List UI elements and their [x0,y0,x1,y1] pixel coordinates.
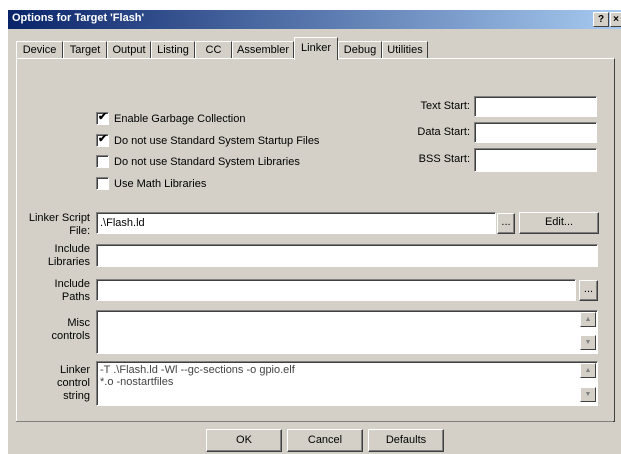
control-scroll-up-button[interactable]: ▲ [580,363,596,378]
include-libraries-label: Include Libraries [47,243,90,268]
linker-control-string-field[interactable]: -T .\Flash.ld -Wl --gc-sections -o gpio.… [96,361,598,406]
data-start-label: Data Start: [417,126,470,138]
no-system-libraries-checkbox[interactable] [96,155,109,168]
tab-listing[interactable]: Listing [151,41,195,59]
text-start-input[interactable] [474,96,597,117]
bss-start-label: BSS Start: [418,153,470,165]
include-paths-label: Include Paths [54,278,90,303]
ok-button[interactable]: OK [206,429,282,452]
no-startup-files-checkbox[interactable]: ✔ [96,133,109,147]
no-startup-files-label: Do not use Standard System Startup Files [114,135,320,147]
window-title: Options for Target 'Flash' [12,12,145,24]
control-scroll-down-button[interactable]: ▼ [580,387,596,402]
check-icon: ✔ [98,133,108,145]
include-paths-browse-button[interactable]: ... [579,280,598,301]
linker-script-input[interactable]: .\Flash.ld [96,212,496,234]
tab-linker[interactable]: Linker [294,37,338,60]
no-system-libraries-label: Do not use Standard System Libraries [114,156,300,168]
cancel-button[interactable]: Cancel [287,429,363,452]
include-libraries-input[interactable] [96,244,598,267]
linker-script-browse-button[interactable]: ... [497,213,515,234]
tab-device[interactable]: Device [16,41,63,59]
tab-cc[interactable]: CC [195,41,232,59]
tab-assembler[interactable]: Assembler [232,41,294,59]
linker-script-label: Linker Script File: [28,212,90,237]
edit-button[interactable]: Edit... [519,212,599,234]
misc-scroll-down-button[interactable]: ▼ [580,335,596,350]
bss-start-input[interactable] [474,148,597,172]
misc-controls-input[interactable] [96,310,598,354]
text-start-label: Text Start: [420,100,470,112]
help-button[interactable]: ? [593,12,609,27]
check-icon: ✔ [98,111,108,123]
garbage-collection-label: Enable Garbage Collection [114,113,246,125]
math-libraries-label: Use Math Libraries [114,178,207,190]
garbage-collection-checkbox[interactable]: ✔ [96,111,109,125]
linker-control-string-label: Linker control string [56,364,90,402]
data-start-input[interactable] [474,122,597,143]
include-paths-input[interactable] [96,279,576,301]
defaults-button[interactable]: Defaults [368,429,444,452]
close-button[interactable]: × [610,12,621,27]
tab-debug[interactable]: Debug [338,41,382,59]
button-separator [16,421,613,422]
tab-output[interactable]: Output [107,41,151,59]
tab-utilities[interactable]: Utilities [382,41,428,59]
misc-controls-label: Misc controls [51,317,90,342]
tab-target[interactable]: Target [63,41,107,59]
math-libraries-checkbox[interactable] [96,177,109,190]
misc-scroll-up-button[interactable]: ▲ [580,312,596,327]
